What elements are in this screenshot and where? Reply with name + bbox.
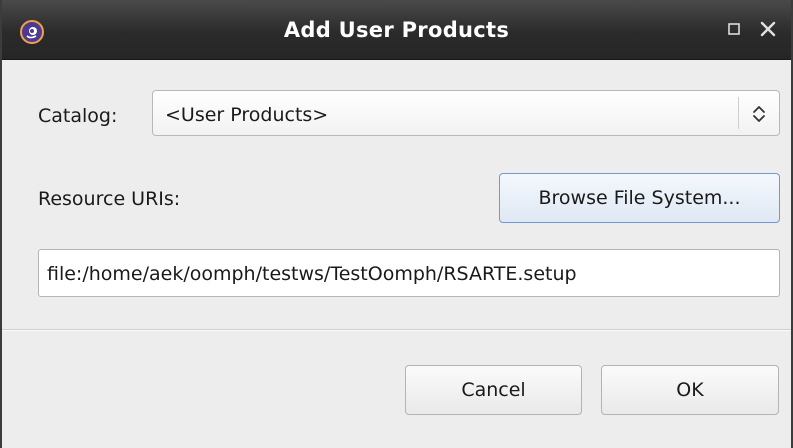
up-down-chevron-icon bbox=[753, 106, 765, 122]
resource-uri-value: file:/home/aek/oomph/testws/TestOomph/RS… bbox=[47, 263, 577, 285]
cancel-button[interactable]: Cancel bbox=[405, 365, 582, 415]
combo-separator bbox=[738, 97, 739, 129]
dialog-content: Catalog: <User Products> Resource URIs: … bbox=[2, 61, 791, 448]
resource-uri-input[interactable]: file:/home/aek/oomph/testws/TestOomph/RS… bbox=[38, 249, 780, 297]
catalog-label: Catalog: bbox=[38, 105, 118, 127]
close-icon[interactable] bbox=[757, 18, 779, 40]
browse-file-system-button[interactable]: Browse File System... bbox=[499, 173, 780, 223]
catalog-select-value: <User Products> bbox=[165, 104, 329, 126]
dialog-window: Add User Products Catalog: <User Product… bbox=[0, 0, 793, 448]
resource-uris-label: Resource URIs: bbox=[38, 188, 181, 210]
maximize-icon[interactable] bbox=[723, 18, 745, 40]
catalog-select[interactable]: <User Products> bbox=[152, 90, 780, 136]
dialog-title: Add User Products bbox=[283, 18, 510, 42]
ok-button[interactable]: OK bbox=[601, 365, 779, 415]
title-bar[interactable]: Add User Products bbox=[2, 0, 791, 60]
divider-highlight bbox=[2, 330, 791, 331]
